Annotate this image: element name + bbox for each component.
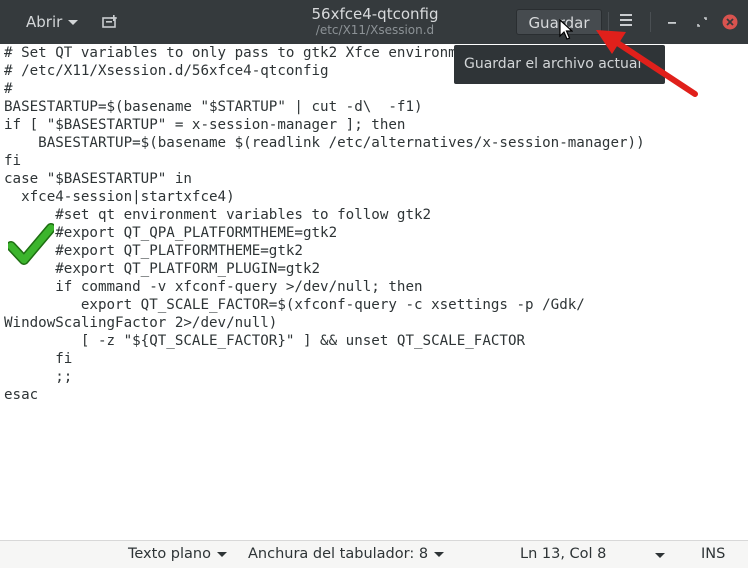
window-subtitle: /etc/X11/Xsession.d — [315, 23, 435, 37]
editor-text[interactable]: # Set QT variables to only pass to gtk2 … — [4, 44, 645, 404]
green-checkmark-annotation — [8, 223, 54, 265]
status-bar: Texto plano Anchura del tabulador: 8 Ln … — [0, 540, 748, 568]
chevron-down-icon — [68, 20, 79, 25]
language-label: Texto plano — [128, 546, 211, 562]
cursor-position[interactable]: Ln 13, Col 8 — [520, 546, 606, 562]
red-arrow-annotation — [596, 30, 698, 97]
close-icon[interactable] — [720, 12, 740, 32]
chevron-down-icon[interactable] — [655, 553, 665, 558]
insert-mode-indicator: INS — [701, 546, 726, 562]
mouse-pointer-icon — [559, 19, 573, 40]
cursor-position-label: Ln 13, Col 8 — [520, 546, 607, 562]
open-button-label: Abrir — [26, 13, 63, 31]
chevron-down-icon — [217, 551, 227, 557]
tab-width-label: Anchura del tabulador: 8 — [248, 546, 429, 562]
text-editor[interactable]: # Set QT variables to only pass to gtk2 … — [0, 44, 748, 540]
window-title-area: 56xfce4-qtconfig /etc/X11/Xsession.d — [250, 5, 500, 38]
tab-width-selector[interactable]: Anchura del tabulador: 8 — [248, 546, 445, 562]
language-selector[interactable]: Texto plano — [128, 546, 227, 562]
new-document-icon[interactable] — [100, 12, 120, 32]
window-title: 56xfce4-qtconfig — [311, 5, 439, 23]
chevron-down-icon — [434, 551, 445, 557]
open-button[interactable]: Abrir — [14, 9, 90, 35]
